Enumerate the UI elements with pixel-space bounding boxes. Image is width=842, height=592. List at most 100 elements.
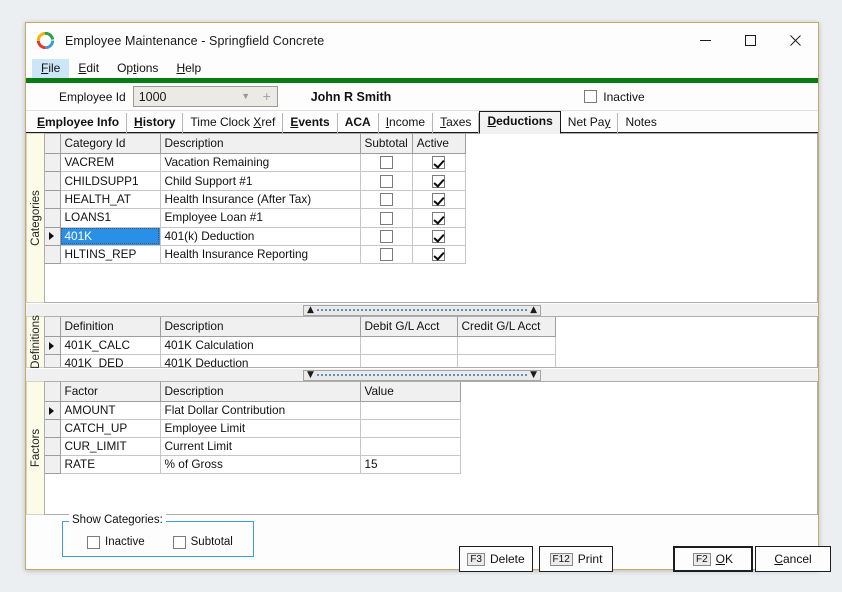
table-row[interactable]: HEALTH_AT Health Insurance (After Tax): [45, 190, 465, 208]
cell-description[interactable]: Employee Limit: [160, 420, 360, 438]
col-credit-gl-acct[interactable]: Credit G/L Acct: [457, 317, 555, 337]
close-button[interactable]: [773, 23, 818, 58]
col-debit-gl-acct[interactable]: Debit G/L Acct: [360, 317, 457, 337]
col-category-id[interactable]: Category Id: [60, 134, 160, 154]
col-value[interactable]: Value: [360, 382, 460, 402]
active-checkbox[interactable]: [432, 212, 445, 225]
cell-active[interactable]: [412, 154, 465, 172]
row-header[interactable]: [45, 245, 60, 263]
cell-subtotal[interactable]: [360, 190, 412, 208]
checkbox-box[interactable]: [173, 536, 186, 549]
active-checkbox[interactable]: [432, 248, 445, 261]
col-description[interactable]: Description: [160, 382, 360, 402]
chevron-down-icon[interactable]: ▼: [530, 371, 537, 380]
cell-description[interactable]: Employee Loan #1: [160, 209, 360, 227]
row-header[interactable]: [45, 154, 60, 172]
cell-subtotal[interactable]: [360, 154, 412, 172]
cell-factor[interactable]: AMOUNT: [60, 402, 160, 420]
subtotal-checkbox[interactable]: [380, 212, 393, 225]
cell-category-id[interactable]: 401K: [60, 227, 160, 245]
print-button[interactable]: F12 Print: [539, 546, 613, 572]
cell-definition[interactable]: 401K_DED: [60, 355, 160, 369]
chevron-up-icon[interactable]: ▲: [307, 306, 314, 315]
table-row[interactable]: HLTINS_REP Health Insurance Reporting: [45, 245, 465, 263]
table-row[interactable]: LOANS1 Employee Loan #1: [45, 209, 465, 227]
tab-deductions[interactable]: Deductions: [479, 111, 560, 134]
col-definition[interactable]: Definition: [60, 317, 160, 337]
splitter-grip[interactable]: ▲ ▲: [303, 305, 541, 316]
maximize-button[interactable]: [728, 23, 773, 58]
employee-id-combo[interactable]: 1000 ▼ +: [133, 86, 278, 107]
menu-help[interactable]: Help: [167, 59, 210, 78]
table-row[interactable]: CHILDSUPP1 Child Support #1: [45, 172, 465, 190]
tab-time-clock-xref[interactable]: Time Clock Xref: [183, 113, 283, 133]
employee-inactive-checkbox[interactable]: Inactive: [584, 90, 644, 104]
cell-credit[interactable]: [457, 355, 555, 369]
cancel-button[interactable]: Cancel: [755, 546, 831, 572]
cell-subtotal[interactable]: [360, 245, 412, 263]
tab-income[interactable]: Income: [379, 113, 433, 133]
active-checkbox[interactable]: [432, 175, 445, 188]
col-subtotal[interactable]: Subtotal: [360, 134, 412, 154]
ok-button[interactable]: F2 OK: [673, 546, 753, 572]
categories-grid[interactable]: Category Id Description Subtotal Active …: [44, 133, 818, 303]
cell-description[interactable]: Child Support #1: [160, 172, 360, 190]
cell-description[interactable]: Health Insurance (After Tax): [160, 190, 360, 208]
table-row[interactable]: 401K_CALC 401K Calculation: [45, 337, 555, 355]
cell-value[interactable]: [360, 420, 460, 438]
table-row[interactable]: RATE % of Gross 15: [45, 456, 460, 474]
table-row-selected[interactable]: 401K 401(k) Deduction: [45, 227, 465, 245]
tab-notes[interactable]: Notes: [618, 113, 663, 133]
cell-value[interactable]: [360, 438, 460, 456]
chevron-down-icon[interactable]: ▼: [235, 87, 257, 106]
row-header-current[interactable]: [45, 337, 60, 355]
cell-active[interactable]: [412, 245, 465, 263]
delete-button[interactable]: F3 Delete: [459, 546, 533, 572]
splitter-grip[interactable]: ▼ ▼: [303, 370, 541, 381]
row-header[interactable]: [45, 209, 60, 227]
cell-definition[interactable]: 401K_CALC: [60, 337, 160, 355]
cell-category-id[interactable]: VACREM: [60, 154, 160, 172]
cell-description[interactable]: Current Limit: [160, 438, 360, 456]
active-checkbox[interactable]: [432, 230, 445, 243]
factors-grid[interactable]: Factor Description Value AMOUNT Flat Dol…: [44, 381, 818, 515]
employee-id-value[interactable]: 1000: [134, 90, 235, 104]
menu-file[interactable]: File: [32, 59, 69, 78]
cell-debit[interactable]: [360, 355, 457, 369]
cell-factor[interactable]: RATE: [60, 456, 160, 474]
col-active[interactable]: Active: [412, 134, 465, 154]
cell-category-id[interactable]: HEALTH_AT: [60, 190, 160, 208]
cell-value[interactable]: 15: [360, 456, 460, 474]
checkbox-box[interactable]: [584, 90, 597, 103]
row-header[interactable]: [45, 355, 60, 369]
row-header[interactable]: [45, 420, 60, 438]
tab-taxes[interactable]: Taxes: [433, 113, 479, 133]
cell-description[interactable]: Flat Dollar Contribution: [160, 402, 360, 420]
plus-icon[interactable]: +: [257, 87, 277, 106]
row-header-current[interactable]: [45, 227, 60, 245]
table-row[interactable]: AMOUNT Flat Dollar Contribution: [45, 402, 460, 420]
cell-active[interactable]: [412, 227, 465, 245]
active-checkbox[interactable]: [432, 193, 445, 206]
cell-category-id[interactable]: HLTINS_REP: [60, 245, 160, 263]
cell-category-id[interactable]: CHILDSUPP1: [60, 172, 160, 190]
subtotal-checkbox[interactable]: [380, 248, 393, 261]
tab-history[interactable]: History: [127, 113, 183, 133]
cell-active[interactable]: [412, 190, 465, 208]
chevron-up-icon[interactable]: ▲: [530, 306, 537, 315]
cell-description[interactable]: 401(k) Deduction: [160, 227, 360, 245]
row-header[interactable]: [45, 438, 60, 456]
cell-description[interactable]: % of Gross: [160, 456, 360, 474]
show-subtotal-checkbox[interactable]: Subtotal: [173, 536, 233, 549]
active-checkbox[interactable]: [432, 156, 445, 169]
categories-definitions-splitter[interactable]: ▲ ▲: [26, 303, 818, 316]
cell-active[interactable]: [412, 172, 465, 190]
table-row[interactable]: VACREM Vacation Remaining: [45, 154, 465, 172]
cell-description[interactable]: Vacation Remaining: [160, 154, 360, 172]
menu-options[interactable]: Options: [108, 59, 167, 78]
cell-active[interactable]: [412, 209, 465, 227]
row-header[interactable]: [45, 190, 60, 208]
cell-factor[interactable]: CATCH_UP: [60, 420, 160, 438]
subtotal-checkbox[interactable]: [380, 156, 393, 169]
tab-employee-info[interactable]: Employee Info: [30, 113, 127, 133]
